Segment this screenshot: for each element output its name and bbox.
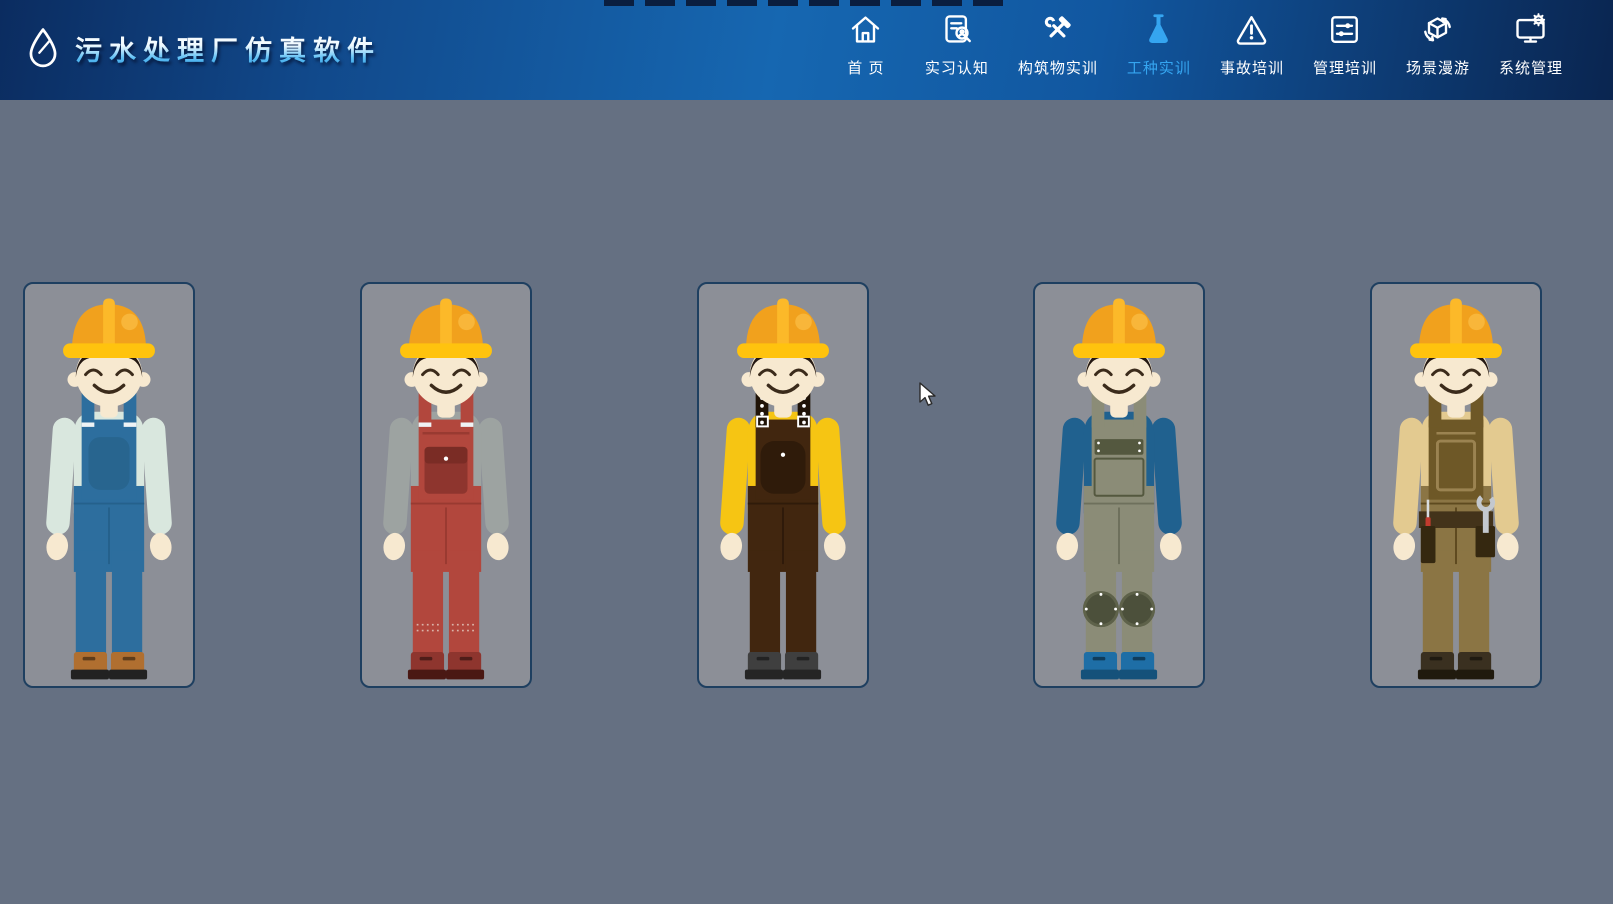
- character-card-worker-khaki-overalls-toolbelt[interactable]: [1370, 282, 1542, 688]
- main-nav: 首 页 实习认知 构筑物实训 工种实训 事故培训 管理培训 场景漫游 系统管理: [836, 10, 1563, 78]
- warning-triangle-icon: [1230, 10, 1274, 48]
- nav-item-accident-training[interactable]: 事故培训: [1220, 10, 1284, 78]
- water-drop-icon: [26, 27, 60, 69]
- worker-figure-4: [1035, 284, 1203, 686]
- nav-item-management-training[interactable]: 管理培训: [1313, 10, 1377, 78]
- nav-item-label: 工种实训: [1127, 57, 1191, 78]
- nav-item-scene-roaming[interactable]: 场景漫游: [1406, 10, 1470, 78]
- nav-item-label: 管理培训: [1313, 57, 1377, 78]
- clipped-banner-remnant: [604, 0, 1012, 6]
- nav-item-job-type-training[interactable]: 工种实训: [1127, 10, 1191, 78]
- nav-item-label: 事故培训: [1220, 57, 1284, 78]
- document-search-icon: [935, 10, 979, 48]
- home-icon: [844, 10, 888, 48]
- worker-figure-5: [1372, 284, 1540, 686]
- worker-figure-2: [362, 284, 530, 686]
- nav-item-label: 构筑物实训: [1018, 57, 1098, 78]
- cube-3d-icon: [1416, 10, 1460, 48]
- nav-item-label: 场景漫游: [1406, 57, 1470, 78]
- brand: 污水处理厂仿真软件: [26, 27, 381, 69]
- app-title: 污水处理厂仿真软件: [75, 29, 381, 68]
- character-card-worker-brown-overalls-yellow-shirt[interactable]: [697, 282, 869, 688]
- character-card-worker-blue-overalls[interactable]: [23, 282, 195, 688]
- nav-item-home[interactable]: 首 页: [836, 10, 896, 78]
- nav-item-structure-training[interactable]: 构筑物实训: [1018, 10, 1098, 78]
- character-card-worker-red-overalls[interactable]: [360, 282, 532, 688]
- nav-item-label: 系统管理: [1499, 57, 1563, 78]
- nav-item-internship-cognition[interactable]: 实习认知: [925, 10, 989, 78]
- character-card-worker-olive-overalls-blue-shirt[interactable]: [1033, 282, 1205, 688]
- hammer-wrench-icon: [1036, 10, 1080, 48]
- nav-item-system-management[interactable]: 系统管理: [1499, 10, 1563, 78]
- monitor-gear-icon: [1509, 10, 1553, 48]
- worker-figure-1: [25, 284, 193, 686]
- sliders-icon: [1323, 10, 1367, 48]
- worker-figure-3: [699, 284, 867, 686]
- nav-item-label: 实习认知: [925, 57, 989, 78]
- nav-item-label: 首 页: [847, 57, 884, 78]
- header-bar: 污水处理厂仿真软件 首 页 实习认知 构筑物实训 工种实训 事故培训 管理培训 …: [0, 0, 1613, 100]
- character-grid: [0, 100, 1613, 904]
- flask-icon: [1137, 10, 1181, 48]
